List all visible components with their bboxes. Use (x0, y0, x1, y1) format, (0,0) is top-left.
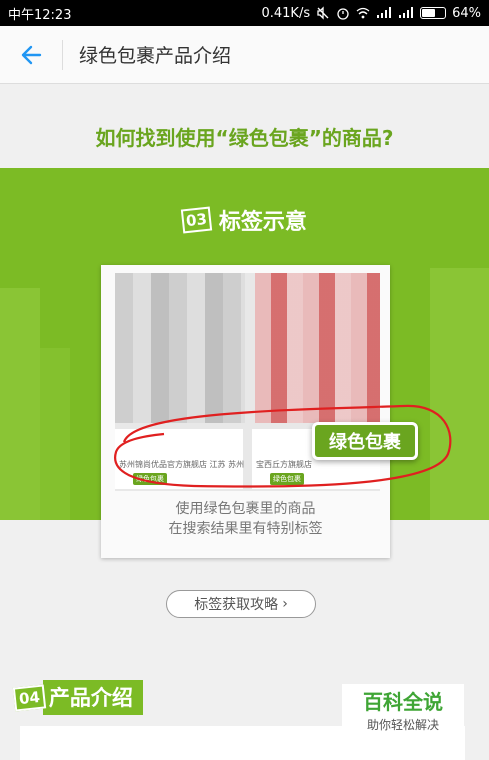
battery-level (422, 9, 436, 17)
green-package-mini-tag: 绿色包裹 (270, 473, 304, 485)
blurred-product-image (115, 273, 245, 423)
strategy-label: 标签获取攻略 (194, 597, 279, 613)
section-number-badge: 04 (12, 683, 47, 712)
status-time: 中午12:23 (8, 7, 72, 23)
blurred-product-image (255, 273, 380, 423)
green-package-tag: 绿色包裹 (312, 422, 418, 460)
product-cell: 苏州锦尚优品官方旗舰店 江苏 苏州 绿色包裹 (115, 429, 245, 489)
section-number-badge: 03 (180, 206, 213, 234)
caption-line-1: 使用绿色包裹里的商品 (175, 501, 316, 517)
green-package-mini-tag: 绿色包裹 (133, 473, 167, 485)
baike-watermark: 百科全说 助你轻松解决 (342, 684, 464, 740)
tag-example-card: 苏州锦尚优品官方旗舰店 江苏 苏州 绿色包裹 宝西丘方旗舰店 绿色包裹 绿色包裹… (101, 265, 418, 558)
hero-question: 如何找到使用“绿色包裹”的商品? (95, 126, 394, 150)
alarm-icon (337, 8, 349, 20)
status-indicators: 0.41K/s 64% (261, 6, 481, 21)
signal-icon (377, 7, 392, 18)
article-content[interactable]: 如何找到使用“绿色包裹”的商品? 03 标签示意 苏州锦尚优品官方旗舰店 江苏 … (0, 84, 489, 760)
back-arrow-icon (21, 45, 42, 64)
bg-building (0, 288, 40, 520)
tag-strategy-button[interactable]: 标签获取攻略 › (166, 590, 316, 618)
bg-building (430, 268, 489, 520)
mute-icon (317, 6, 329, 20)
battery-icon (420, 7, 447, 19)
header-divider (62, 39, 63, 70)
watermark-title: 百科全说 (363, 690, 443, 714)
shop-location: 苏州锦尚优品官方旗舰店 江苏 苏州 (119, 460, 245, 469)
network-speed: 0.41K/s (261, 5, 311, 21)
section-title: 产品介绍 (42, 680, 143, 715)
section-03-header: 03 标签示意 (0, 204, 489, 236)
bg-building (40, 348, 70, 520)
status-bar: 中午12:23 0.41K/s 64% (0, 0, 489, 26)
wifi-icon (356, 7, 370, 19)
shop-location: 宝西丘方旗舰店 (256, 460, 312, 469)
caption-line-2: 在搜索结果里有特别标签 (168, 521, 323, 537)
page-title: 绿色包裹产品介绍 (79, 45, 232, 67)
battery-percent: 64% (452, 5, 481, 21)
signal-icon-2 (399, 7, 414, 18)
section-title: 标签示意 (218, 210, 307, 235)
chevron-right-icon: › (282, 596, 288, 612)
back-button[interactable] (0, 26, 62, 84)
section-04-header: 04 产品介绍 (12, 680, 143, 715)
card-caption: 使用绿色包裹里的商品 在搜索结果里有特别标签 (101, 499, 390, 539)
watermark-subtitle: 助你轻松解决 (366, 718, 439, 732)
app-header: 绿色包裹产品介绍 (0, 26, 489, 84)
